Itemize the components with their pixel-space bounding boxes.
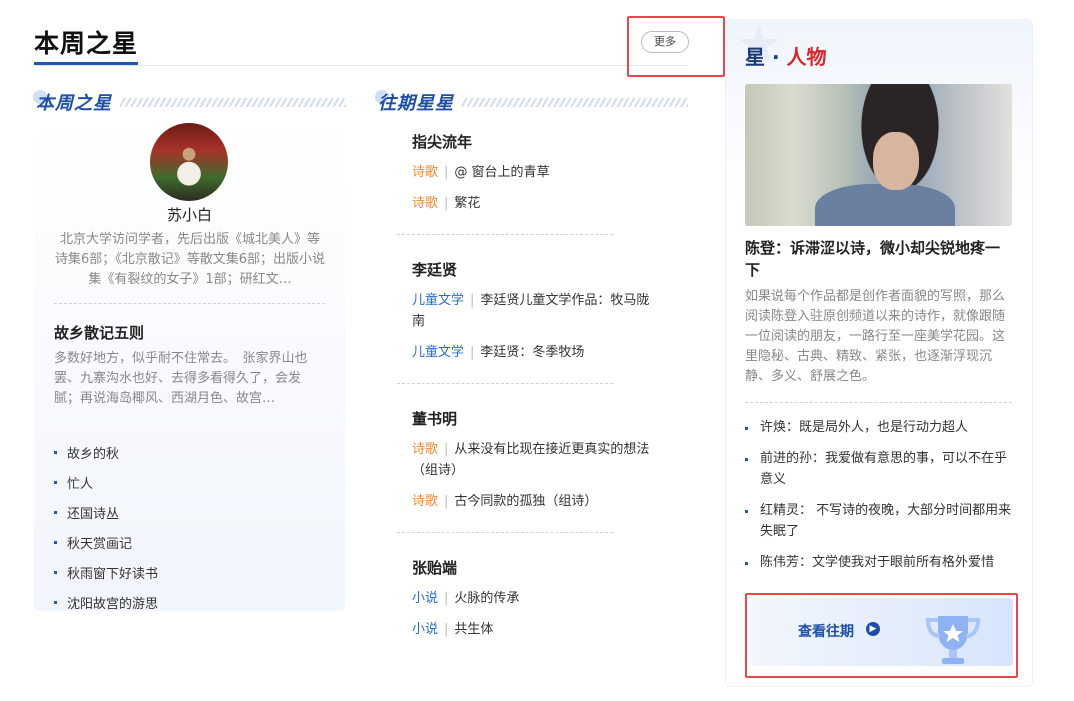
past-work-row[interactable]: 儿童文学 | 李廷贤儿童文学作品：牧马陇南: [412, 290, 662, 332]
list-item[interactable]: 沈阳故宫的游思: [54, 587, 158, 617]
quote-list: 许焕：既是局外人，也是行动力超人 前进的孙：我爱做有意思的事，可以不在乎意义 红…: [745, 417, 1013, 573]
feature-photo[interactable]: [745, 84, 1012, 226]
work-title[interactable]: 李廷贤：冬季牧场: [480, 345, 584, 360]
list-item[interactable]: 前进的孙：我爱做有意思的事，可以不在乎意义: [745, 448, 1013, 490]
past-work-row[interactable]: 小说 | 火脉的传承: [412, 588, 662, 609]
header-divider: [34, 65, 688, 66]
past-stars-section-header: 往期星星: [375, 88, 688, 116]
category-label[interactable]: 诗歌: [412, 165, 438, 180]
featured-work-title[interactable]: 故乡散记五则: [54, 322, 144, 343]
page-title: 本周之星: [34, 29, 139, 58]
work-title[interactable]: @ 窗台上的青草: [454, 165, 549, 180]
stripe-decoration: [120, 97, 346, 107]
work-title[interactable]: 火脉的传承: [454, 591, 519, 606]
author-bio: 北京大学访问学者，先后出版《城北美人》等诗集6部；《北京散记》等散文集6部；出版…: [54, 232, 326, 287]
divider: [397, 383, 613, 384]
weekly-star-heading: 本周之星: [36, 93, 112, 114]
author-avatar[interactable]: [150, 123, 228, 201]
divider: [397, 532, 613, 533]
star-people-title: 星 · 人物: [745, 45, 827, 69]
category-label[interactable]: 诗歌: [412, 196, 438, 211]
past-stars-heading: 往期星星: [378, 93, 454, 114]
past-work-row[interactable]: 诗歌 | @ 窗台上的青草: [412, 162, 662, 183]
work-title[interactable]: 繁花: [454, 196, 480, 211]
list-item[interactable]: 陈伟芳：文学使我对于眼前所有格外爱惜: [745, 552, 1013, 573]
stripe-decoration: [462, 97, 688, 107]
list-item[interactable]: 许焕：既是局外人，也是行动力超人: [745, 417, 1013, 438]
list-item[interactable]: 故乡的秋: [54, 437, 158, 467]
category-label[interactable]: 小说: [412, 591, 438, 606]
weekly-star-section-header: 本周之星: [33, 88, 346, 116]
past-work-row[interactable]: 儿童文学 | 李廷贤：冬季牧场: [412, 342, 662, 363]
feature-description: 如果说每个作品都是创作者面貌的写照，那么阅读陈登入驻原创频道以来的诗作，就像跟随…: [745, 289, 1006, 384]
divider: [54, 303, 325, 304]
category-label[interactable]: 诗歌: [412, 442, 438, 457]
trophy-icon: [925, 616, 981, 664]
past-star-name[interactable]: 董书明: [412, 408, 457, 429]
work-title[interactable]: 古今同款的孤独（组诗）: [454, 494, 597, 509]
past-work-row[interactable]: 诗歌 | 古今同款的孤独（组诗）: [412, 491, 662, 512]
past-work-row[interactable]: 诗歌 | 繁花: [412, 193, 662, 214]
category-label[interactable]: 小说: [412, 622, 438, 637]
view-past-button[interactable]: 查看往期 ▶: [750, 598, 1013, 666]
category-label[interactable]: 儿童文学: [412, 345, 464, 360]
past-star-name[interactable]: 张贻端: [412, 557, 457, 578]
divider: [745, 402, 1012, 403]
category-label[interactable]: 诗歌: [412, 494, 438, 509]
more-button[interactable]: 更多: [641, 31, 689, 53]
weekly-work-list: 故乡的秋 忙人 还国诗丛 秋天赏画记 秋雨窗下好读书 沈阳故宫的游思: [54, 437, 158, 617]
list-item[interactable]: 秋天赏画记: [54, 527, 158, 557]
past-star-name[interactable]: 李廷贤: [412, 259, 457, 280]
divider: [397, 234, 613, 235]
featured-work-excerpt: 多数好地方，似乎耐不住常去。 张家界山也罢、九寨沟水也好、去得多看得久了，会发腻…: [54, 351, 308, 406]
list-item[interactable]: 秋雨窗下好读书: [54, 557, 158, 587]
view-past-label: 查看往期: [798, 624, 854, 640]
past-star-name[interactable]: 指尖流年: [412, 131, 472, 152]
list-item[interactable]: 忙人: [54, 467, 158, 497]
arrow-right-icon: ▶: [866, 622, 880, 636]
past-work-row[interactable]: 诗歌 | 从来没有比现在接近更真实的想法（组诗）: [412, 439, 662, 481]
list-item[interactable]: 还国诗丛: [54, 497, 158, 527]
category-label[interactable]: 儿童文学: [412, 293, 464, 308]
list-item[interactable]: 红精灵： 不写诗的夜晚，大部分时间都用来失眠了: [745, 500, 1013, 542]
work-title[interactable]: 共生体: [454, 622, 493, 637]
feature-headline[interactable]: 陈登：诉滞涩以诗，微小却尖锐地疼一下: [745, 237, 1013, 281]
past-work-row[interactable]: 小说 | 共生体: [412, 619, 662, 640]
author-name[interactable]: 苏小白: [34, 204, 345, 225]
